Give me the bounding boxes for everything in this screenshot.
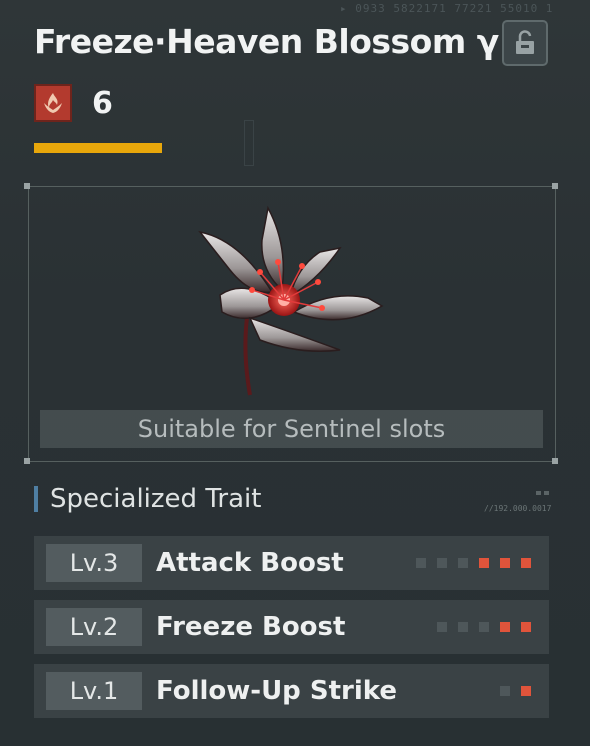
- frame-corner: [24, 458, 30, 464]
- trait-level-badge: Lv.2: [46, 608, 142, 646]
- pip-filled: [500, 558, 510, 568]
- pip-empty: [416, 558, 426, 568]
- trait-row[interactable]: Lv.2 Freeze Boost: [34, 600, 549, 654]
- pip-empty: [479, 622, 489, 632]
- frame-corner: [552, 183, 558, 189]
- background-deco: [244, 120, 254, 166]
- lock-open-icon: [516, 30, 534, 54]
- suitable-slot-label: Suitable for Sentinel slots: [40, 410, 543, 448]
- pip-filled: [500, 622, 510, 632]
- deco-dots: [536, 482, 550, 501]
- trait-row[interactable]: Lv.3 Attack Boost: [34, 536, 549, 590]
- pip-empty: [500, 686, 510, 696]
- pip-filled: [521, 686, 531, 696]
- trait-row[interactable]: Lv.1 Follow-Up Strike: [34, 664, 549, 718]
- background-code-text: ▸ 0933 5822171 77221 55010 1: [340, 2, 554, 15]
- pip-empty: [458, 558, 468, 568]
- trait-name: Follow-Up Strike: [156, 676, 397, 706]
- trait-level-badge: Lv.1: [46, 672, 142, 710]
- frame-corner: [552, 458, 558, 464]
- section-marker: [34, 486, 38, 512]
- pip-filled: [479, 558, 489, 568]
- lock-toggle-button[interactable]: [502, 20, 548, 66]
- pip-empty: [437, 622, 447, 632]
- trait-level-pips: [437, 622, 531, 632]
- trait-level-badge: Lv.3: [46, 544, 142, 582]
- item-title: Freeze·Heaven Blossom γ: [34, 22, 499, 61]
- trait-level-pips: [416, 558, 531, 568]
- trait-name: Freeze Boost: [156, 612, 346, 642]
- trait-level-pips: [500, 686, 531, 696]
- red-white-lotus-flower-icon: [198, 205, 384, 396]
- pip-filled: [521, 622, 531, 632]
- specialized-trait-heading: Specialized Trait: [34, 484, 261, 514]
- pip-empty: [437, 558, 447, 568]
- fire-element-icon: [34, 84, 72, 122]
- section-label: Specialized Trait: [50, 484, 262, 514]
- item-level: 6: [92, 86, 113, 121]
- frame-corner: [24, 183, 30, 189]
- pip-empty: [458, 622, 468, 632]
- rarity-bar: [34, 143, 162, 153]
- pip-filled: [521, 558, 531, 568]
- serial-code: //192.000.0017: [484, 504, 552, 513]
- trait-name: Attack Boost: [156, 548, 344, 578]
